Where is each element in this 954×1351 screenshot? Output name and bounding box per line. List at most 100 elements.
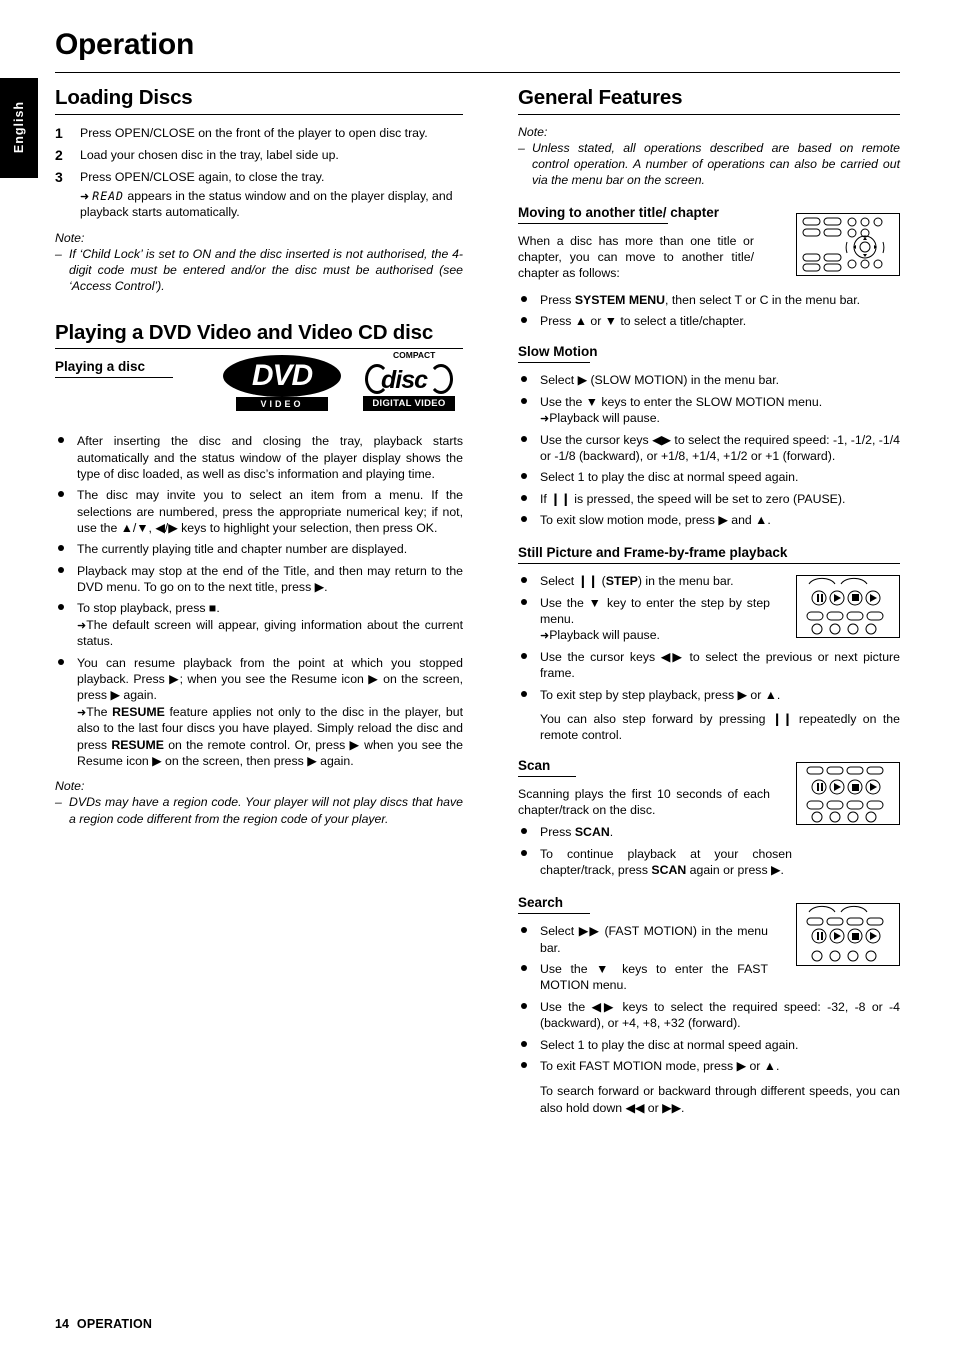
note-label: Note:: [55, 230, 85, 245]
arrow-glyph: ➜: [77, 619, 87, 632]
footer-page-number: 14: [55, 1317, 69, 1331]
dash-glyph: –: [55, 246, 62, 261]
bullet-icon: [521, 849, 527, 856]
list-item: To exit slow motion mode, press ▶ and ▲.: [518, 512, 900, 528]
bullet-icon: [521, 376, 527, 383]
bullet-icon: [521, 295, 527, 302]
bullet-icon: [521, 598, 527, 605]
note-text-block: – DVDs may have a region code. Your play…: [55, 794, 463, 827]
arrow-text: The RESUME feature applies not only to t…: [77, 704, 463, 768]
bullet-text: After inserting the disc and closing the…: [77, 434, 463, 481]
bullet-text: Select 1 to play the disc at normal spee…: [540, 1037, 799, 1052]
note-text: DVDs may have a region code. Your player…: [69, 795, 463, 826]
bullet-text: Playback may stop at the end of the Titl…: [77, 563, 463, 594]
bullet-icon: [521, 516, 527, 522]
bullet-icon: [521, 435, 527, 442]
subsection-still-picture-heading: Still Picture and Frame-by-frame playbac…: [518, 545, 788, 561]
bullet-icon: [58, 437, 64, 444]
cd-logo-mark: disc: [363, 364, 455, 395]
arrow-glyph: ➜: [80, 190, 93, 203]
list-item: Use the ◀▶ keys to select the required s…: [518, 999, 900, 1032]
list-item: The currently playing title and chapter …: [55, 541, 463, 557]
list-item: Select ▶ (SLOW MOTION) in the menu bar.: [518, 372, 900, 388]
subsection-divider: [55, 377, 173, 379]
step-number: 2: [55, 146, 63, 163]
compact-disc-logo: COMPACT disc DIGITAL VIDEO: [363, 351, 455, 413]
bullet-icon: [521, 397, 527, 404]
list-item: Press SCAN.: [518, 824, 792, 840]
bullet-icon: [58, 658, 64, 665]
bullet-text: Use the ▼ key to enter the step by step …: [540, 595, 770, 627]
title-divider: [55, 72, 900, 73]
remote-thumbnail-scan: [796, 761, 900, 825]
list-item: Select 1 to play the disc at normal spee…: [518, 1037, 900, 1053]
step-text: Press OPEN/CLOSE on the front of the pla…: [80, 125, 428, 140]
search-closing-text: To search forward or backward through di…: [540, 1084, 900, 1115]
disc-format-logos: DVD VIDEO COMPACT disc DIGITAL VIDEO: [223, 351, 463, 419]
step-text: Press OPEN/CLOSE again, to close the tra…: [80, 170, 325, 185]
bullet-text: If ❙❙ is pressed, the speed will be set …: [540, 491, 846, 506]
section-divider: [55, 113, 463, 115]
remote-thumbnail-search: [796, 903, 900, 967]
list-item: Select 1 to play the disc at normal spee…: [518, 469, 900, 485]
arrow-text: The default screen will appear, giving i…: [77, 617, 463, 649]
step3-arrow-text: appears in the status window and on the …: [80, 188, 453, 220]
bullet-text: Select ❙❙ (STEP) in the menu bar.: [540, 574, 734, 589]
note-label: Note:: [518, 124, 548, 139]
subsection-divider: [518, 362, 590, 364]
page-title: Operation: [55, 28, 194, 61]
list-item: If ❙❙ is pressed, the speed will be set …: [518, 491, 900, 507]
step-number: 3: [55, 169, 63, 186]
list-item: To continue playback at your chosen chap…: [518, 846, 792, 879]
bullet-text: You can resume playback from the point a…: [77, 655, 463, 703]
bullet-icon: [58, 491, 64, 498]
list-item: Use the ▼ keys to enter the FAST MOTION …: [518, 961, 768, 994]
display-readout: READ: [92, 188, 124, 203]
right-column: General Features Note: – Unless stated, …: [518, 86, 900, 1116]
arrow-text: Playback will pause.: [549, 411, 660, 425]
cd-logo-disc-text: disc: [381, 366, 428, 395]
list-item: Use the cursor keys ◀▶ to select the req…: [518, 432, 900, 465]
cd-logo-digital-text: DIGITAL VIDEO: [363, 396, 455, 412]
subsection-slow-motion-heading: Slow Motion: [518, 344, 598, 360]
list-item: Use the cursor keys ◀▶ to select the pre…: [518, 649, 900, 682]
manual-page: English Operation Loading Discs 1 Press …: [0, 0, 954, 1351]
section-divider: [55, 348, 463, 350]
section-playing-dvd-heading: Playing a DVD Video and Video CD disc: [55, 320, 434, 344]
bullet-icon: [521, 653, 527, 659]
bullet-icon: [521, 473, 527, 480]
subsection-divider: [518, 222, 668, 224]
dash-glyph: –: [55, 795, 62, 810]
bullet-text: Use the ◀▶ keys to select the required s…: [540, 999, 900, 1031]
list-item: 1 Press OPEN/CLOSE on the front of the p…: [55, 125, 463, 141]
bullet-icon: [521, 965, 527, 972]
bullet-text: Use the cursor keys ◀▶ to select the pre…: [540, 650, 900, 681]
note-text: If ‘Child Lock’ is set to ON and the dis…: [69, 246, 463, 294]
page-footer: 14 OPERATION: [55, 1317, 152, 1331]
bullet-text: Use the cursor keys ◀▶ to select the req…: [540, 432, 900, 463]
step-text: Load your chosen disc in the tray, label…: [80, 147, 339, 162]
bullet-icon: [521, 828, 527, 835]
bullet-icon: [521, 1061, 527, 1068]
bullet-text: The currently playing title and chapter …: [77, 542, 408, 557]
bullet-text: Press ▲ or ▼ to select a title/chapter.: [540, 313, 747, 328]
subsection-divider: [518, 563, 900, 565]
subsection-divider: [518, 775, 576, 777]
bullet-text: To exit slow motion mode, press ▶ and ▲.: [540, 513, 771, 527]
bullet-text: To exit FAST MOTION mode, press ▶ or ▲.: [540, 1058, 780, 1073]
section-divider: [518, 113, 900, 115]
bullet-text: Select ▶ (SLOW MOTION) in the menu bar.: [540, 373, 780, 388]
scan-intro-text: Scanning plays the first 10 seconds of e…: [518, 786, 770, 818]
cd-arc-right-icon: [429, 364, 453, 395]
bullet-text: Use the ▼ keys to enter the SLOW MOTION …: [540, 394, 823, 409]
note-label: Note:: [55, 779, 85, 794]
bullet-text: The disc may invite you to select an ite…: [77, 488, 463, 535]
subsection-moving-heading: Moving to another title/ chapter: [518, 204, 720, 220]
bullet-icon: [521, 1040, 527, 1047]
dvd-video-logo: DVD VIDEO: [223, 355, 341, 413]
list-item: To stop playback, press ■. ➜The default …: [55, 600, 463, 649]
list-item: Press SYSTEM MENU, then select T or C in…: [518, 292, 900, 308]
dvd-logo-text: DVD: [223, 355, 341, 398]
note-text-block: – If ‘Child Lock’ is set to ON and the d…: [55, 246, 463, 295]
note-text-block: – Unless stated, all operations describe…: [518, 140, 900, 189]
